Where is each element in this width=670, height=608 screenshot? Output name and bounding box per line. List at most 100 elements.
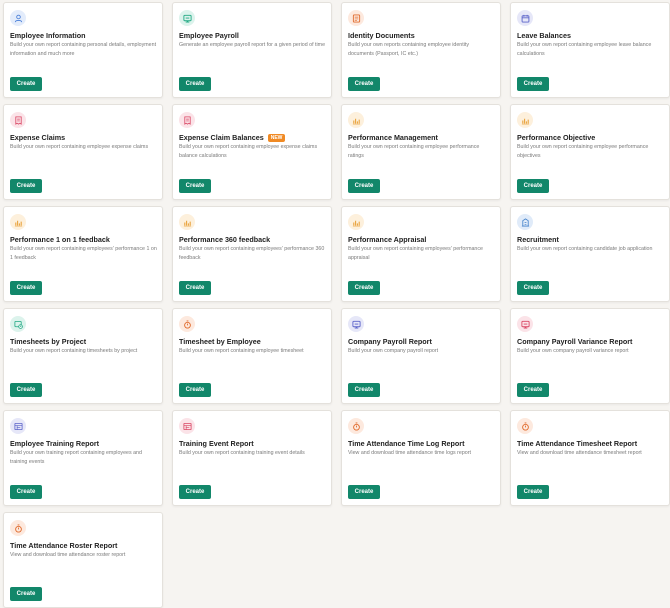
report-title-text: Identity Documents bbox=[348, 31, 415, 40]
bar-chart-icon bbox=[517, 112, 533, 128]
create-button[interactable]: Create bbox=[348, 485, 380, 499]
create-button[interactable]: Create bbox=[348, 383, 380, 397]
report-card-title: Performance Management bbox=[348, 133, 438, 142]
create-button[interactable]: Create bbox=[179, 383, 211, 397]
report-title-text: Time Attendance Time Log Report bbox=[348, 439, 465, 448]
create-button[interactable]: Create bbox=[10, 281, 42, 295]
report-card-description: Build your own report containing employe… bbox=[348, 144, 480, 159]
report-card-description: Build your own report containing candida… bbox=[517, 246, 653, 252]
calendar-icon bbox=[517, 10, 533, 26]
report-card: Performance Appraisal Build your own repo… bbox=[341, 206, 501, 302]
report-card: Performance 360 feedback Build your own r… bbox=[172, 206, 332, 302]
report-card-title: Time Attendance Timesheet Report bbox=[517, 439, 637, 448]
user-icon bbox=[10, 10, 26, 26]
report-card-title: Performance Appraisal bbox=[348, 235, 426, 244]
report-title-text: Performance Management bbox=[348, 133, 438, 142]
create-button[interactable]: Create bbox=[348, 77, 380, 91]
payroll-icon bbox=[179, 10, 195, 26]
report-card-description: Build your own report containing persona… bbox=[10, 42, 157, 57]
report-title-text: Company Payroll Report bbox=[348, 337, 432, 346]
report-card-title: Time Attendance Roster Report bbox=[10, 541, 117, 550]
report-card-title: Employee Training Report bbox=[10, 439, 99, 448]
receipt-icon bbox=[10, 112, 26, 128]
report-card-description: Generate an employee payroll report for … bbox=[179, 42, 326, 48]
create-button[interactable]: Create bbox=[179, 281, 211, 295]
create-button[interactable]: Create bbox=[10, 179, 42, 193]
report-card-description: Build your own reports containing employ… bbox=[348, 42, 470, 57]
report-card: Time Attendance Time Log Report View and … bbox=[341, 410, 501, 506]
report-card-description: Build your own report containing employe… bbox=[179, 144, 318, 159]
report-card-title: Company Payroll Variance Report bbox=[517, 337, 632, 346]
stopwatch-icon bbox=[348, 418, 364, 434]
report-card: Company Payroll Variance Report Build you… bbox=[510, 308, 670, 404]
report-card-title: Training Event Report bbox=[179, 439, 254, 448]
create-button[interactable]: Create bbox=[179, 179, 211, 193]
report-card-title: Company Payroll Report bbox=[348, 337, 432, 346]
stopwatch-icon bbox=[179, 316, 195, 332]
report-card-description: View and download time attendance timesh… bbox=[517, 450, 642, 456]
report-title-text: Timesheet by Employee bbox=[179, 337, 261, 346]
report-card-description: Build your own report containing employe… bbox=[517, 42, 652, 57]
report-card-description: Build your own company payroll report bbox=[348, 348, 439, 354]
report-card-title: Employee Information bbox=[10, 31, 85, 40]
create-button[interactable]: Create bbox=[517, 179, 549, 193]
report-card: Training Event Report Build your own repo… bbox=[172, 410, 332, 506]
bar-chart-icon bbox=[179, 214, 195, 230]
report-card: Time Attendance Roster Report View and do… bbox=[3, 512, 163, 608]
report-title-text: Performance 360 feedback bbox=[179, 235, 271, 244]
report-card: Performance Objective Build your own repo… bbox=[510, 104, 670, 200]
create-button[interactable]: Create bbox=[517, 77, 549, 91]
report-card-description: Build your own report containing employe… bbox=[517, 144, 649, 159]
report-card-title: Expense Claims bbox=[10, 133, 65, 142]
report-card-description: Build your own report containing employe… bbox=[10, 246, 157, 261]
new-badge: NEW bbox=[267, 133, 286, 142]
report-card: Performance 1 on 1 feedback Build your ow… bbox=[3, 206, 163, 302]
report-title-text: Company Payroll Variance Report bbox=[517, 337, 633, 346]
report-card: Expense Claim Balances NEW Build your own … bbox=[172, 104, 332, 200]
create-button[interactable]: Create bbox=[348, 179, 380, 193]
report-card-description: Build your own training report containin… bbox=[10, 450, 142, 465]
report-card-title: Expense Claim Balances NEW bbox=[179, 133, 286, 142]
report-card: Employee Information Build your own repor… bbox=[3, 2, 163, 98]
create-button[interactable]: Create bbox=[517, 383, 549, 397]
report-card: Timesheets by Project Build your own repo… bbox=[3, 308, 163, 404]
report-card: Company Payroll Report Build your own com… bbox=[341, 308, 501, 404]
bar-chart-icon bbox=[10, 214, 26, 230]
report-card-description: Build your own report containing employe… bbox=[348, 246, 483, 261]
report-card: Employee Training Report Build your own t… bbox=[3, 410, 163, 506]
report-card-description: Build your own report containing employe… bbox=[179, 246, 325, 261]
report-title-text: Performance Objective bbox=[517, 133, 596, 142]
report-card-title: Performance Objective bbox=[517, 133, 595, 142]
create-button[interactable]: Create bbox=[517, 485, 549, 499]
timesheet-icon bbox=[10, 316, 26, 332]
report-title-text: Expense Claim Balances bbox=[179, 133, 264, 142]
create-button[interactable]: Create bbox=[517, 281, 549, 295]
report-title-text: Performance Appraisal bbox=[348, 235, 427, 244]
create-button[interactable]: Create bbox=[10, 485, 42, 499]
report-card-description: Build your own company payroll variance … bbox=[517, 348, 629, 354]
training-icon bbox=[179, 418, 195, 434]
building-icon bbox=[517, 214, 533, 230]
report-card: Expense Claims Build your own report cont… bbox=[3, 104, 163, 200]
report-card-title: Timesheet by Employee bbox=[179, 337, 261, 346]
report-card: Time Attendance Timesheet Report View and… bbox=[510, 410, 670, 506]
report-card-title: Employee Payroll bbox=[179, 31, 239, 40]
receipt-icon bbox=[179, 112, 195, 128]
report-card: Recruitment Build your own report contain… bbox=[510, 206, 670, 302]
create-button[interactable]: Create bbox=[348, 281, 380, 295]
report-card-title: Leave Balances bbox=[517, 31, 571, 40]
create-button[interactable]: Create bbox=[179, 485, 211, 499]
payroll-icon bbox=[348, 316, 364, 332]
create-button[interactable]: Create bbox=[10, 383, 42, 397]
report-title-text: Time Attendance Roster Report bbox=[10, 541, 118, 550]
create-button[interactable]: Create bbox=[10, 587, 42, 601]
report-card-description: View and download time attendance roster… bbox=[10, 552, 126, 558]
create-button[interactable]: Create bbox=[10, 77, 42, 91]
report-card-description: View and download time attendance time l… bbox=[348, 450, 471, 456]
report-card-title: Recruitment bbox=[517, 235, 559, 244]
report-title-text: Training Event Report bbox=[179, 439, 254, 448]
report-title-text: Employee Information bbox=[10, 31, 86, 40]
report-card: Timesheet by Employee Build your own repo… bbox=[172, 308, 332, 404]
report-title-text: Employee Payroll bbox=[179, 31, 239, 40]
create-button[interactable]: Create bbox=[179, 77, 211, 91]
